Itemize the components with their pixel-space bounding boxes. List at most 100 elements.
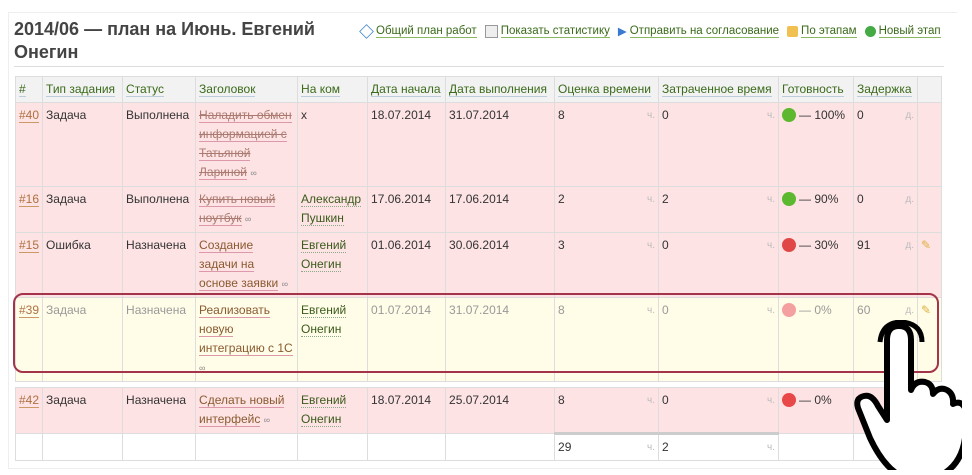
task-id-link[interactable]: #15 [19, 238, 40, 253]
task-title-link[interactable]: Наладить обмен информацией с Татьяной Ла… [199, 108, 292, 180]
unit-label: д. [905, 194, 915, 205]
unit-label: д. [905, 305, 915, 316]
estimate-value: 8 [558, 393, 565, 407]
start-date: 01.06.2014 [367, 232, 447, 298]
task-status: Выполнена [122, 186, 197, 233]
task-title-link[interactable]: Реализовать новую интеграцию с 1С [199, 303, 293, 356]
progress-value: — 0% [799, 393, 832, 407]
task-type: Задача [42, 186, 124, 233]
task-title-link[interactable]: Купить новый ноутбук [199, 192, 276, 226]
box-icon [787, 25, 799, 37]
edit-pencil-icon[interactable]: ✎ [921, 238, 931, 252]
task-type: Ошибка [42, 232, 124, 298]
tasks-table-bottom: #42 Задача Назначена Сделать новый интер… [14, 387, 943, 461]
table-row[interactable]: #40 Задача Выполнена Наладить обмен инфо… [14, 102, 943, 187]
task-title-link[interactable]: Создание задачи на основе заявки [199, 238, 279, 291]
table-row[interactable]: #16 Задача Выполнена Купить новый ноутбу… [14, 186, 943, 233]
unit-label: ч. [647, 305, 656, 316]
progress-value: — 90% [799, 192, 839, 206]
column-header[interactable]: Тип задания [42, 76, 124, 103]
start-date: 18.07.2014 [367, 387, 447, 434]
unit-label: ч. [767, 305, 776, 316]
link-icon: ∞ [281, 279, 289, 289]
task-title-link[interactable]: Сделать новый интерфейс [199, 393, 285, 427]
start-date: 18.07.2014 [367, 102, 447, 187]
link-icon: ∞ [250, 168, 257, 178]
spent-value: 2 [662, 192, 669, 206]
task-type: Задача [42, 297, 124, 382]
progress-pie-icon [782, 238, 797, 252]
by-stages-link[interactable]: По этапам [787, 24, 857, 38]
delay-value: 0 [857, 108, 864, 122]
task-id-link[interactable]: #42 [19, 393, 40, 408]
stats-icon [484, 24, 498, 38]
start-date: 01.07.2014 [367, 297, 447, 382]
end-date: 30.06.2014 [445, 232, 556, 298]
column-header[interactable]: # [14, 76, 44, 103]
total-estimate: 29 [558, 440, 572, 454]
unit-label: ч. [647, 395, 656, 406]
spent-value: 0 [662, 238, 669, 252]
column-header[interactable]: Затраченное время [658, 76, 780, 103]
start-date: 17.06.2014 [367, 186, 447, 233]
progress-pie-icon [782, 108, 797, 122]
edit-pencil-icon[interactable]: ✎ [921, 303, 931, 317]
delay-value: 91 [857, 238, 871, 252]
column-header[interactable]: Дата начала [367, 76, 447, 103]
estimate-value: 8 [558, 303, 565, 317]
column-header[interactable]: На ком [297, 76, 369, 103]
end-date: 31.07.2014 [445, 297, 556, 382]
column-header[interactable]: Заголовок [195, 76, 299, 103]
column-header[interactable]: Дата выполнения [445, 76, 556, 103]
show-stats-link[interactable]: Показать статистику [484, 24, 610, 38]
assignee-link[interactable]: x [301, 108, 307, 122]
general-plan-link[interactable]: Общий план работ [359, 23, 477, 39]
assignee-link[interactable]: Евгений Онегин [301, 303, 347, 337]
task-status: Назначена [122, 297, 197, 382]
page-title: 2014/06 — план на Июнь. Евгений Онегин [14, 19, 315, 62]
column-header[interactable]: Оценка времени [554, 76, 660, 103]
task-id-link[interactable]: #39 [19, 303, 40, 318]
column-header[interactable]: Статус [122, 76, 197, 103]
delay-value: 60 [857, 303, 871, 317]
task-id-link[interactable]: #16 [19, 192, 40, 207]
table-row[interactable]: #42 Задача Назначена Сделать новый интер… [14, 387, 943, 434]
column-header[interactable]: Задержка [853, 76, 919, 103]
end-date: 31.07.2014 [445, 102, 556, 187]
task-status: Назначена [122, 387, 197, 434]
task-status: Назначена [122, 232, 197, 298]
pointer-hand-icon [854, 320, 962, 470]
unit-label: ч. [647, 194, 656, 205]
task-status: Выполнена [122, 102, 197, 187]
delay-value: 0 [857, 192, 864, 206]
end-date: 25.07.2014 [445, 387, 556, 434]
spent-value: 0 [662, 108, 669, 122]
task-type: Задача [42, 102, 124, 187]
send-approval-link[interactable]: ▶ Отправить на согласование [618, 24, 780, 38]
progress-pie-icon [782, 393, 797, 407]
divider [14, 66, 944, 67]
task-id-link[interactable]: #40 [19, 108, 40, 123]
estimate-value: 3 [558, 238, 565, 252]
assignee-link[interactable]: Евгений Онегин [301, 238, 347, 272]
estimate-value: 2 [558, 192, 565, 206]
unit-label: ч. [767, 442, 776, 453]
plus-circle-icon [864, 25, 876, 37]
unit-label: ч. [767, 194, 776, 205]
progress-value: — 0% [799, 303, 832, 317]
column-header[interactable]: Готовность [778, 76, 855, 103]
assignee-link[interactable]: Александр Пушкин [301, 192, 362, 226]
table-row[interactable]: #39 Задача Назначена Реализовать новую и… [14, 297, 943, 382]
estimate-value: 8 [558, 108, 565, 122]
end-date: 17.06.2014 [445, 186, 556, 233]
table-row[interactable]: #15 Ошибка Назначена Создание задачи на … [14, 232, 943, 298]
toolbar: Общий план работ Показать статистику ▶ От… [359, 23, 941, 39]
link-icon: ∞ [199, 363, 206, 373]
spent-value: 0 [662, 303, 669, 317]
task-type: Задача [42, 387, 124, 434]
new-stage-link[interactable]: Новый этап [864, 24, 941, 38]
totals-row: 29 ч. 2 ч. [14, 432, 943, 461]
link-icon: ∞ [263, 415, 271, 425]
assignee-link[interactable]: Евгений Онегин [301, 393, 347, 427]
unit-label: ч. [647, 110, 656, 121]
